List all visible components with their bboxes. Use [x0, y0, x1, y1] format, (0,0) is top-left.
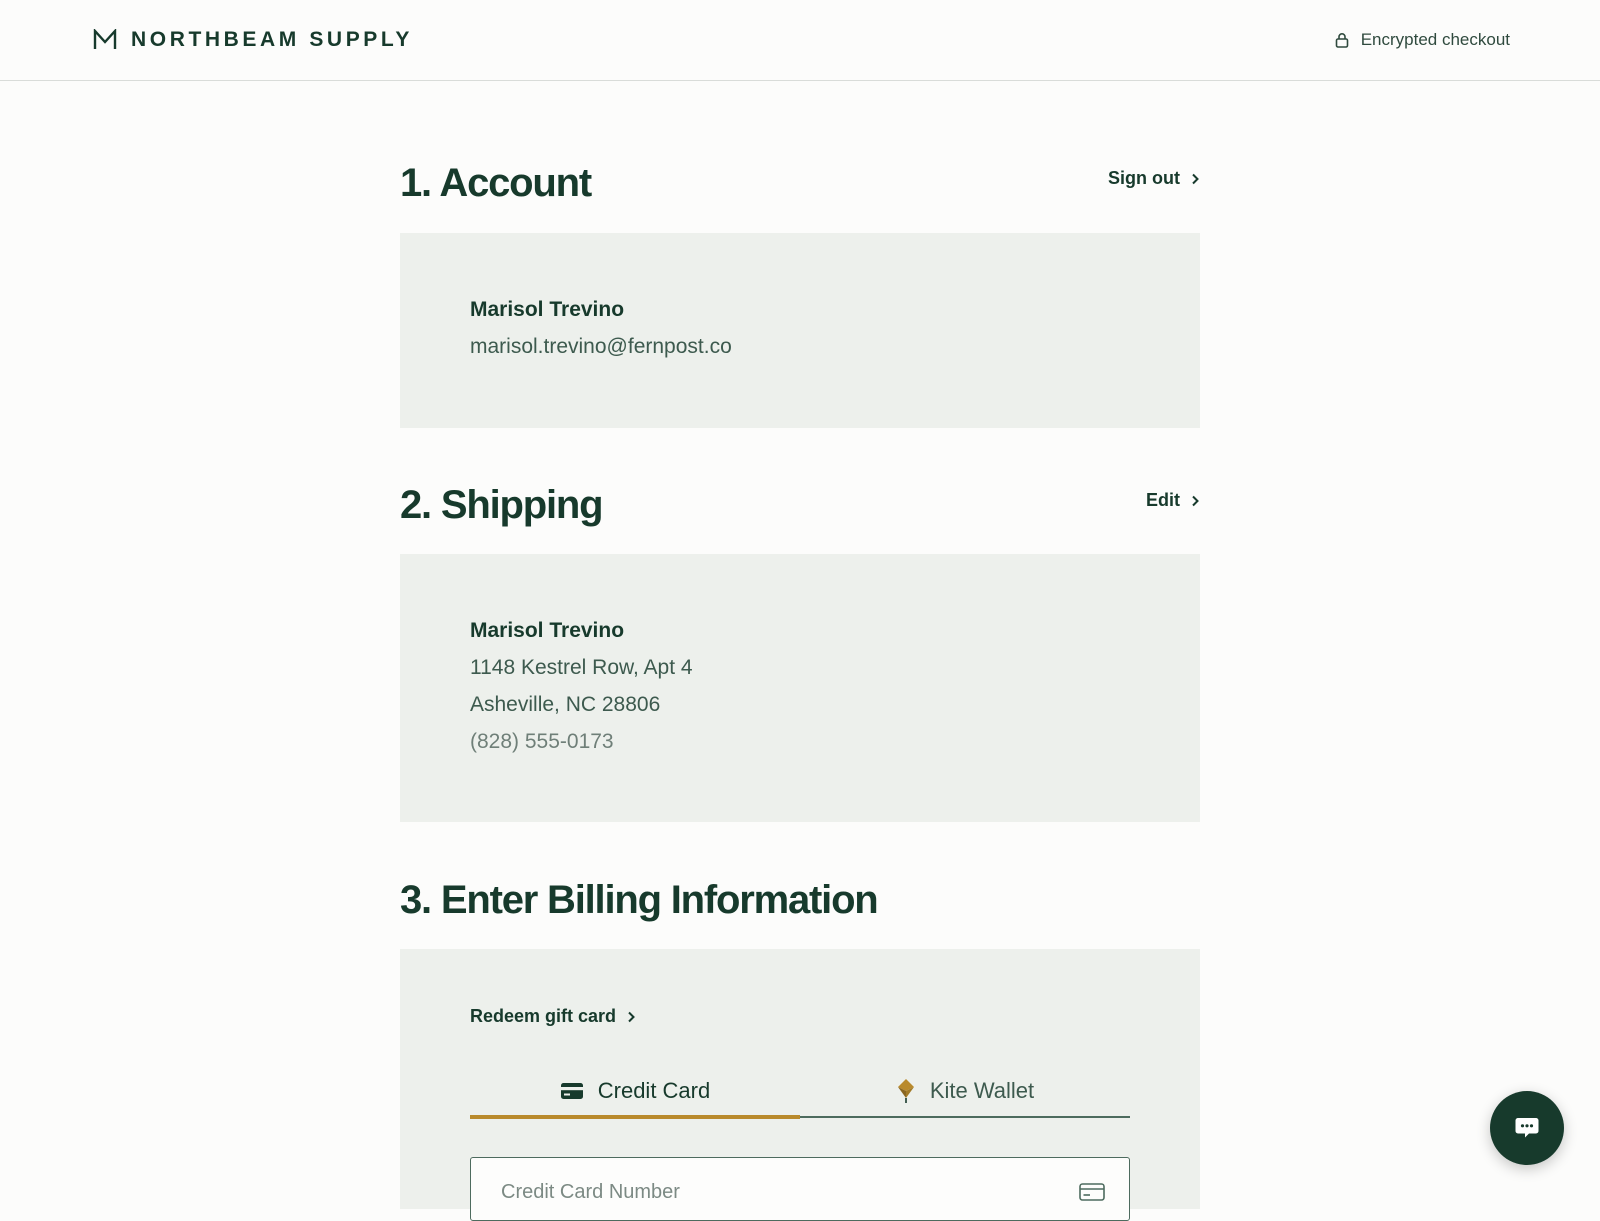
chevron-right-icon [1190, 495, 1200, 507]
payment-method-tabs: Credit Card Kite Wallet [470, 1066, 1130, 1119]
shipping-section-title: 2. Shipping [400, 483, 604, 527]
chevron-right-icon [626, 1011, 636, 1023]
encrypted-checkout-label: Encrypted checkout [1360, 30, 1510, 49]
brand[interactable]: NORTHBEAM SUPPLY [93, 27, 413, 53]
redeem-gift-card-label: Redeem gift card [470, 1006, 617, 1026]
chevron-right-icon [1190, 173, 1200, 185]
account-card: Marisol Trevino marisol.trevino@fernpost… [400, 233, 1200, 428]
edit-label: Edit [1146, 490, 1180, 510]
tab-kite-wallet[interactable]: Kite Wallet [800, 1066, 1130, 1116]
billing-section-title: 3. Enter Billing Information [400, 878, 879, 922]
brand-name: NORTHBEAM SUPPLY [131, 28, 414, 51]
tab-credit-card[interactable]: Credit Card [470, 1066, 800, 1119]
credit-card-number-field[interactable] [470, 1157, 1130, 1221]
account-email: marisol.trevino@fernpost.co [470, 335, 732, 358]
shipping-address-line2: Asheville, NC 28806 [470, 693, 661, 716]
chat-bubble-icon [1514, 1116, 1540, 1140]
encrypted-checkout-notice: Encrypted checkout [1335, 29, 1510, 51]
billing-card: Redeem gift card Credit Card Kite Wallet… [400, 949, 1200, 1221]
credit-card-number-input[interactable] [499, 1176, 1063, 1208]
shipping-name: Marisol Trevino [470, 619, 625, 642]
account-name: Marisol Trevino [470, 298, 625, 321]
tab-kite-wallet-label: Kite Wallet [929, 1078, 1035, 1103]
northbeam-m-logo-icon [93, 29, 117, 51]
sign-out-label: Sign out [1108, 168, 1180, 188]
shipping-section-header: 2. Shipping Edit [400, 480, 1200, 530]
checkout-column: 1. Account Sign out Marisol Trevino mari… [400, 0, 1200, 1221]
shipping-phone: (828) 555-0173 [470, 730, 614, 753]
account-section-title: 1. Account [400, 161, 592, 205]
shipping-address-line1: 1148 Kestrel Row, Apt 4 [470, 656, 693, 679]
credit-card-icon [560, 1082, 584, 1100]
chat-button[interactable] [1490, 1091, 1564, 1165]
shipping-card: Marisol Trevino 1148 Kestrel Row, Apt 4 … [400, 554, 1200, 822]
account-section-header: 1. Account Sign out [400, 158, 1200, 208]
billing-section-header: 3. Enter Billing Information [400, 875, 1200, 925]
lock-icon [1335, 32, 1349, 48]
redeem-gift-card-link[interactable]: Redeem gift card [470, 1006, 636, 1027]
kite-icon [896, 1078, 916, 1104]
edit-shipping-link[interactable]: Edit [1146, 490, 1200, 511]
tab-credit-card-label: Credit Card [597, 1078, 711, 1103]
sign-out-link[interactable]: Sign out [1108, 168, 1200, 189]
card-outline-icon [1079, 1183, 1105, 1201]
